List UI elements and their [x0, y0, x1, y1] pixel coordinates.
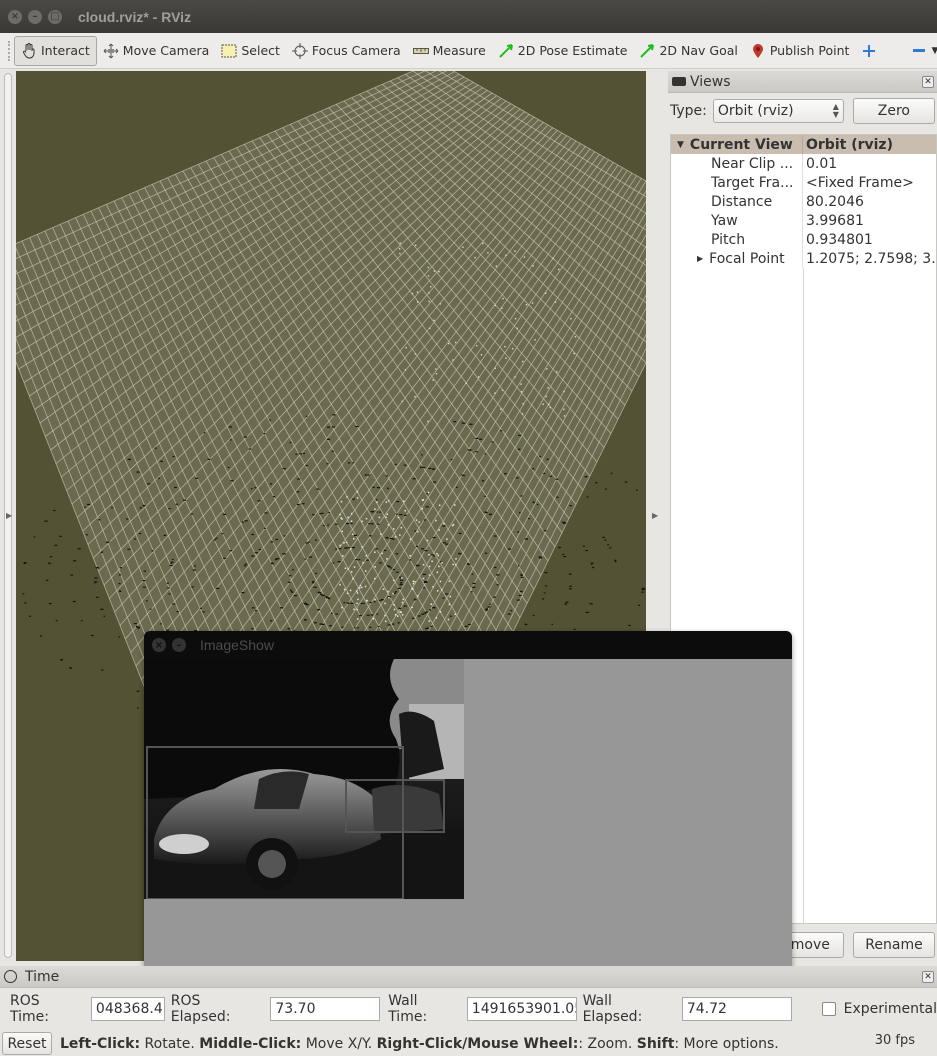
tree-row-focal-point[interactable]: ▶ Focal Point 1.2075; 2.7598; 3...	[671, 249, 936, 268]
hand-icon	[21, 42, 37, 59]
time-row: ROS Time: 048368.41 ROS Elapsed: 73.70 W…	[0, 988, 937, 1030]
tree-row-distance[interactable]: Distance 80.2046	[671, 192, 936, 211]
fps-counter: 30 fps	[874, 1033, 915, 1048]
wall-time-label: Wall Time:	[388, 993, 428, 1025]
collapse-right-dock-icon[interactable]: ▶	[652, 511, 658, 520]
tree-row-target-frame[interactable]: Target Fra... <Fixed Frame>	[671, 173, 936, 192]
camera-image	[144, 659, 464, 899]
close-panel-icon[interactable]: ✕	[922, 75, 934, 88]
window-title: cloud.rviz* - RViz	[78, 8, 192, 25]
tree-row-pitch[interactable]: Pitch 0.934801	[671, 230, 936, 249]
expand-left-dock-icon[interactable]: ▶	[6, 511, 12, 520]
move-camera-tool-button[interactable]: Move Camera	[97, 36, 216, 66]
select-tool-button[interactable]: Select	[215, 36, 286, 66]
add-tool-button[interactable]	[855, 36, 887, 66]
ros-elapsed-field[interactable]: 73.70	[270, 997, 381, 1021]
close-panel-icon[interactable]: ✕	[922, 970, 934, 983]
camera-icon	[672, 77, 686, 86]
wall-elapsed-field[interactable]: 74.72	[681, 997, 792, 1021]
focus-camera-icon	[291, 42, 308, 59]
collapse-triangle-icon[interactable]: ▼	[677, 140, 684, 150]
minimize-window-icon[interactable]: –	[172, 638, 186, 652]
ros-time-field[interactable]: 048368.41	[90, 997, 165, 1021]
ros-time-label: ROS Time:	[10, 993, 49, 1025]
time-panel: Time ✕ ROS Time: 048368.41 ROS Elapsed: …	[0, 966, 937, 1030]
tree-column-divider	[803, 268, 804, 923]
map-pin-icon	[750, 43, 766, 59]
spinner-arrows-icon: ▲ ▼	[832, 102, 839, 119]
move-camera-icon	[103, 43, 119, 59]
view-type-row: Type: Orbit (rviz) ▲ ▼ Zero	[668, 93, 937, 129]
status-help-text: Left-Click: Rotate. Middle-Click: Move X…	[60, 1035, 779, 1052]
tool-toolbar: Interact Move Camera Select Focus Camera…	[0, 33, 937, 69]
expand-triangle-icon[interactable]: ▶	[697, 254, 703, 263]
left-dock-gutter: ▶	[0, 69, 16, 964]
wall-time-field[interactable]: 1491653901.05	[466, 997, 577, 1021]
experimental-checkbox[interactable]	[821, 1002, 836, 1016]
select-icon	[221, 43, 237, 59]
tree-row-yaw[interactable]: Yaw 3.99681	[671, 211, 936, 230]
imageshow-title-bar: × – ImageShow	[144, 631, 792, 659]
zero-button[interactable]: Zero	[852, 98, 935, 124]
experimental-label: Experimental	[843, 1001, 937, 1017]
pose-arrow-icon	[498, 43, 514, 59]
imageshow-title: ImageShow	[200, 637, 274, 653]
views-panel-title: Views	[690, 73, 731, 90]
ruler-icon	[412, 43, 429, 59]
ros-elapsed-label: ROS Elapsed:	[170, 993, 231, 1025]
close-window-icon[interactable]: ×	[152, 638, 166, 652]
interact-tool-button[interactable]: Interact	[14, 35, 97, 66]
time-panel-header: Time ✕	[0, 966, 937, 988]
window-title-bar: × – □ cloud.rviz* - RViz	[0, 0, 937, 33]
toolbar-grip-handle[interactable]	[8, 40, 10, 61]
reset-button[interactable]: Reset	[2, 1032, 52, 1055]
imageshow-window[interactable]: × – ImageShow	[144, 631, 792, 973]
measure-tool-button[interactable]: Measure	[407, 36, 492, 66]
view-type-select[interactable]: Orbit (rviz) ▲ ▼	[712, 99, 844, 123]
close-window-icon[interactable]: ×	[8, 9, 22, 24]
remove-tool-button[interactable]: ▼	[905, 36, 937, 66]
dropdown-arrow-icon: ▼	[931, 45, 937, 56]
tree-header-row[interactable]: ▼ Current View Orbit (rviz)	[671, 135, 936, 154]
maximize-window-icon[interactable]: □	[48, 9, 62, 24]
wall-elapsed-label: Wall Elapsed:	[582, 993, 643, 1025]
views-panel-header: Views ✕	[668, 71, 937, 93]
minimize-window-icon[interactable]: –	[28, 9, 42, 24]
nav-goal-arrow-icon	[639, 43, 655, 59]
status-bar: Reset Left-Click: Rotate. Middle-Click: …	[0, 1031, 937, 1056]
time-panel-title: Time	[25, 968, 60, 985]
publish-point-tool-button[interactable]: Publish Point	[744, 36, 856, 66]
plus-icon	[861, 43, 877, 59]
minus-icon	[911, 43, 927, 59]
2d-pose-estimate-tool-button[interactable]: 2D Pose Estimate	[492, 36, 634, 66]
tree-row-near-clip[interactable]: Near Clip ... 0.01	[671, 154, 936, 173]
focus-camera-tool-button[interactable]: Focus Camera	[286, 36, 407, 66]
clock-icon	[4, 970, 17, 983]
2d-nav-goal-tool-button[interactable]: 2D Nav Goal	[633, 36, 743, 66]
view-type-label: Type:	[670, 103, 707, 119]
rename-view-button[interactable]: Rename	[853, 932, 935, 958]
